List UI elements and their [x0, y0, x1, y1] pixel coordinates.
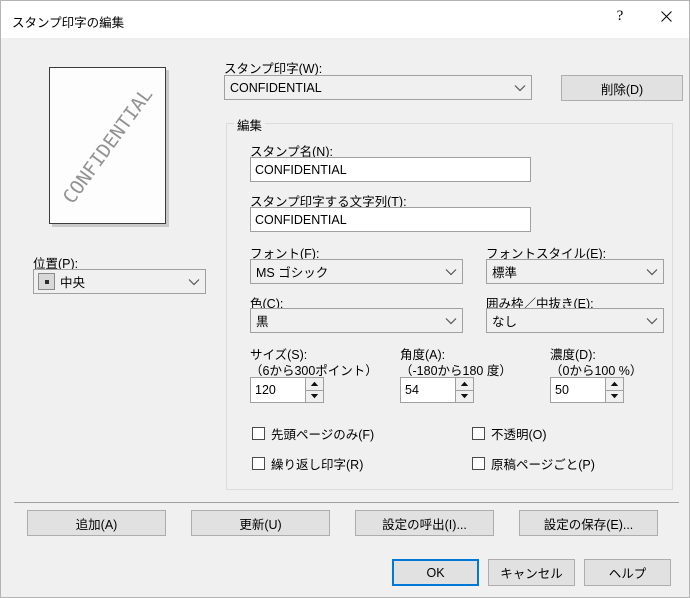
stamp-select-value: CONFIDENTIAL — [230, 80, 322, 95]
edit-groupbox-title: 編集 — [234, 115, 266, 134]
help-title-button[interactable]: ? — [597, 1, 643, 32]
checkbox-label: 原稿ページごと(P) — [491, 458, 595, 472]
checkbox-first-page-only[interactable]: 先頭ページのみ(F) — [252, 424, 374, 443]
add-button[interactable]: 追加(A) — [27, 510, 166, 536]
checkbox-label: 不透明(O) — [491, 428, 547, 442]
triangle-down-icon — [610, 394, 619, 399]
position-center-icon — [38, 273, 55, 290]
close-button[interactable] — [643, 1, 689, 32]
chevron-down-icon — [440, 268, 462, 276]
position-value: 中央 — [60, 276, 86, 290]
stamp-preview: CONFIDENTIAL — [49, 67, 166, 224]
color-value: 黒 — [256, 315, 269, 329]
question-mark-icon: ? — [616, 8, 624, 24]
font-style-value: 標準 — [492, 266, 518, 280]
density-spinner[interactable]: 50 — [550, 377, 624, 403]
checkbox-per-original-page[interactable]: 原稿ページごと(P) — [472, 454, 595, 473]
update-button[interactable]: 更新(U) — [191, 510, 330, 536]
checkbox-label: 繰り返し印字(R) — [271, 458, 364, 472]
checkbox-box[interactable] — [472, 427, 485, 440]
chevron-down-icon — [183, 278, 205, 286]
checkbox-box[interactable] — [472, 457, 485, 470]
angle-spinner[interactable]: 54 — [400, 377, 474, 403]
close-icon — [660, 11, 672, 22]
help-button[interactable]: ヘルプ — [584, 559, 671, 586]
font-combobox[interactable]: MS ゴシック — [250, 259, 463, 284]
position-combobox[interactable]: 中央 — [33, 269, 206, 294]
cancel-button[interactable]: キャンセル — [488, 559, 575, 586]
size-input[interactable]: 120 — [250, 377, 305, 403]
checkbox-box[interactable] — [252, 457, 265, 470]
window-title: スタンプ印字の編集 — [12, 16, 125, 30]
angle-spinner-down[interactable] — [455, 390, 474, 403]
delete-button[interactable]: 削除(D) — [561, 75, 683, 101]
triangle-down-icon — [310, 394, 319, 399]
title-bar: スタンプ印字の編集 ? — [1, 1, 689, 38]
load-settings-button[interactable]: 設定の呼出(I)... — [355, 510, 494, 536]
separator — [14, 502, 679, 503]
stamp-string-input[interactable]: CONFIDENTIAL — [250, 207, 531, 232]
stamp-name-input[interactable]: CONFIDENTIAL — [250, 157, 531, 182]
triangle-up-icon — [310, 381, 319, 386]
chevron-down-icon — [509, 84, 531, 92]
size-spinner-up[interactable] — [305, 377, 324, 391]
chevron-down-icon — [641, 268, 663, 276]
save-settings-button[interactable]: 設定の保存(E)... — [519, 510, 658, 536]
chevron-down-icon — [440, 317, 462, 325]
preview-stamp-text: CONFIDENTIAL — [58, 83, 157, 208]
font-style-combobox[interactable]: 標準 — [486, 259, 664, 284]
checkbox-box[interactable] — [252, 427, 265, 440]
outline-combobox[interactable]: なし — [486, 308, 664, 333]
density-spinner-down[interactable] — [605, 390, 624, 403]
angle-input[interactable]: 54 — [400, 377, 455, 403]
checkbox-repeat-print[interactable]: 繰り返し印字(R) — [252, 454, 363, 473]
triangle-down-icon — [460, 394, 469, 399]
chevron-down-icon — [641, 317, 663, 325]
angle-spinner-up[interactable] — [455, 377, 474, 391]
density-spinner-up[interactable] — [605, 377, 624, 391]
font-value: MS ゴシック — [256, 266, 329, 280]
color-combobox[interactable]: 黒 — [250, 308, 463, 333]
triangle-up-icon — [610, 381, 619, 386]
checkbox-opaque[interactable]: 不透明(O) — [472, 424, 547, 443]
density-input[interactable]: 50 — [550, 377, 605, 403]
triangle-up-icon — [460, 381, 469, 386]
size-spinner[interactable]: 120 — [250, 377, 324, 403]
stamp-edit-dialog: スタンプ印字の編集 ? CONFIDENTIAL 位置(P): 中央 スタンプ印… — [0, 0, 690, 598]
outline-value: なし — [492, 315, 518, 329]
size-spinner-down[interactable] — [305, 390, 324, 403]
stamp-select-combobox[interactable]: CONFIDENTIAL — [224, 75, 532, 100]
ok-button[interactable]: OK — [392, 559, 479, 586]
checkbox-label: 先頭ページのみ(F) — [271, 428, 375, 442]
